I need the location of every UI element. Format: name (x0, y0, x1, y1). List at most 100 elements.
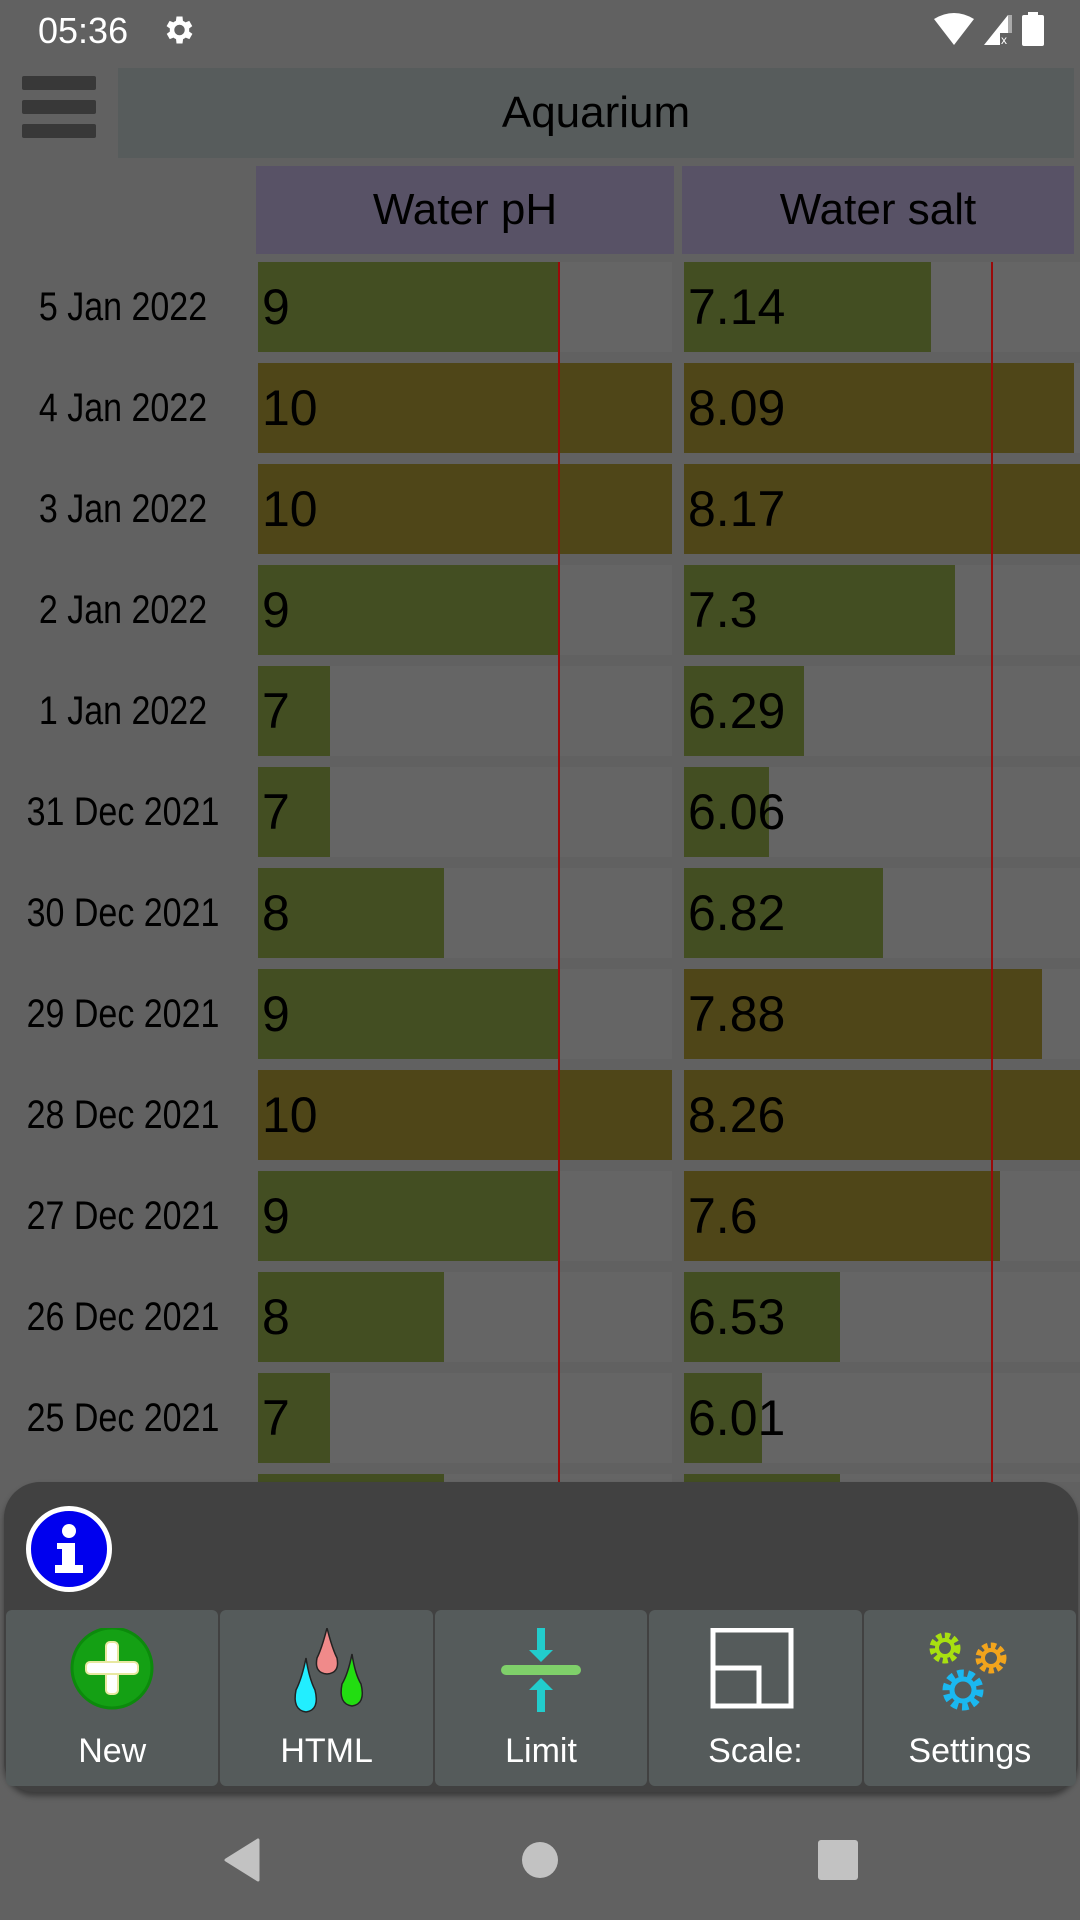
value-cell[interactable]: 9 (258, 1163, 672, 1265)
limit-line (557, 1466, 560, 1482)
value-text: 7 (262, 1390, 290, 1446)
battery-icon (1022, 12, 1044, 46)
new-label: New (78, 1732, 147, 1770)
value-text: 7.88 (688, 986, 786, 1042)
value-cell[interactable]: 8.26 (684, 1062, 1080, 1164)
value-cell[interactable]: 6.06 (684, 759, 1080, 861)
value-cell[interactable]: 7.6 (684, 1163, 1080, 1265)
value-cell[interactable]: 6.53 (684, 1466, 1080, 1482)
value-text: 9 (262, 582, 290, 638)
limit-line (991, 961, 994, 1063)
back-icon[interactable] (218, 1836, 266, 1884)
value-cell[interactable]: 7.14 (684, 262, 1080, 356)
table-row[interactable]: 25 Dec 2021 7 6.01 (0, 1365, 1080, 1467)
scale-button[interactable]: Scale: (649, 1610, 862, 1786)
limit-icon (501, 1628, 582, 1712)
limit-label: Limit (505, 1732, 577, 1770)
value-cell[interactable]: 6.82 (684, 860, 1080, 962)
drops-icon (293, 1628, 363, 1713)
value-cell[interactable]: 8 (258, 1264, 672, 1366)
svg-text:x: x (1001, 33, 1007, 45)
value-text: 7 (262, 784, 290, 840)
value-text: 10 (262, 1087, 318, 1143)
value-bar (258, 363, 672, 453)
hamburger-menu-icon[interactable] (22, 76, 96, 150)
value-bar (258, 969, 558, 1059)
new-button[interactable]: New (6, 1610, 219, 1786)
value-cell[interactable]: 6.29 (684, 658, 1080, 760)
toolbar: New HTML Limit Scale: Settings (6, 1610, 1077, 1786)
value-cell[interactable]: 7 (258, 759, 672, 861)
table-row[interactable]: 28 Dec 2021 10 8.26 (0, 1062, 1080, 1164)
limit-line (991, 759, 994, 861)
table-row[interactable]: 31 Dec 2021 7 6.06 (0, 759, 1080, 861)
table-row[interactable]: 4 Jan 2022 10 8.09 (0, 355, 1080, 457)
page-title[interactable]: Aquarium (118, 68, 1074, 158)
settings-button[interactable]: Settings (863, 1610, 1077, 1786)
value-text: 10 (262, 380, 318, 436)
value-cell[interactable]: 8.17 (684, 456, 1080, 558)
value-text: 6.82 (688, 885, 786, 941)
value-cell[interactable]: 6.01 (684, 1365, 1080, 1467)
scale-label: Scale: (708, 1732, 803, 1770)
info-icon[interactable] (26, 1506, 112, 1592)
gear-icon (166, 16, 193, 44)
row-date (18, 1474, 227, 1482)
home-icon[interactable] (516, 1836, 564, 1884)
table-row[interactable]: 86.53 (0, 1466, 1080, 1482)
value-bar (258, 464, 672, 554)
recents-icon[interactable] (814, 1836, 862, 1884)
limit-line (991, 557, 994, 659)
row-date: 31 Dec 2021 (26, 789, 220, 834)
value-bar (258, 1171, 558, 1261)
value-text: 6.01 (688, 1390, 786, 1446)
value-cell[interactable]: 7 (258, 658, 672, 760)
value-cell[interactable]: 9 (258, 961, 672, 1063)
value-cell[interactable]: 10 (258, 456, 672, 558)
limit-line (991, 262, 994, 356)
value-cell[interactable]: 10 (258, 355, 672, 457)
value-text: 8 (262, 1289, 290, 1345)
row-date: 2 Jan 2022 (38, 587, 208, 632)
value-cell[interactable]: 7.88 (684, 961, 1080, 1063)
table-row[interactable]: 5 Jan 2022 9 7.14 (0, 262, 1080, 356)
value-text: 6.53 (688, 1474, 785, 1482)
html-button[interactable]: HTML (220, 1610, 433, 1786)
value-cell[interactable]: 8 (258, 860, 672, 962)
value-bar (258, 1070, 672, 1160)
column-header-salt[interactable]: Water salt (682, 166, 1074, 254)
table-row[interactable]: 26 Dec 2021 8 6.53 (0, 1264, 1080, 1366)
row-date: 29 Dec 2021 (26, 991, 220, 1036)
data-table: 5 Jan 2022 9 7.14 4 Jan 2022 10 8.09 3 Jan 202… (0, 262, 1080, 1482)
limit-button[interactable]: Limit (434, 1610, 648, 1786)
row-date: 1 Jan 2022 (38, 688, 208, 733)
value-cell[interactable]: 7 (258, 1365, 672, 1467)
value-cell[interactable]: 10 (258, 1062, 672, 1164)
table-row[interactable]: 2 Jan 2022 9 7.3 (0, 557, 1080, 659)
value-text: 7.14 (688, 279, 786, 335)
table-row[interactable]: 29 Dec 2021 9 7.88 (0, 961, 1080, 1063)
status-bar: 05:36 x (0, 0, 1080, 64)
value-text: 7 (262, 683, 290, 739)
table-row[interactable]: 30 Dec 2021 8 6.82 (0, 860, 1080, 962)
column-header-ph[interactable]: Water pH (256, 166, 674, 254)
value-text: 6.53 (688, 1289, 786, 1345)
limit-line (991, 1062, 994, 1164)
value-cell[interactable]: 9 (258, 262, 672, 356)
value-cell[interactable]: 8.09 (684, 355, 1080, 457)
limit-line (557, 860, 560, 962)
table-row[interactable]: 1 Jan 2022 7 6.29 (0, 658, 1080, 760)
value-cell[interactable]: 7.3 (684, 557, 1080, 659)
status-time: 05:36 (38, 10, 129, 51)
value-text: 9 (262, 986, 290, 1042)
limit-line (991, 456, 994, 558)
table-row[interactable]: 27 Dec 2021 9 7.6 (0, 1163, 1080, 1265)
value-cell[interactable]: 9 (258, 557, 672, 659)
table-row[interactable]: 3 Jan 2022 10 8.17 (0, 456, 1080, 558)
limit-line (557, 759, 560, 861)
limit-line (557, 1062, 560, 1164)
value-cell[interactable]: 8 (258, 1466, 672, 1482)
row-date: 4 Jan 2022 (38, 385, 208, 430)
value-text: 10 (262, 481, 318, 537)
value-cell[interactable]: 6.53 (684, 1264, 1080, 1366)
